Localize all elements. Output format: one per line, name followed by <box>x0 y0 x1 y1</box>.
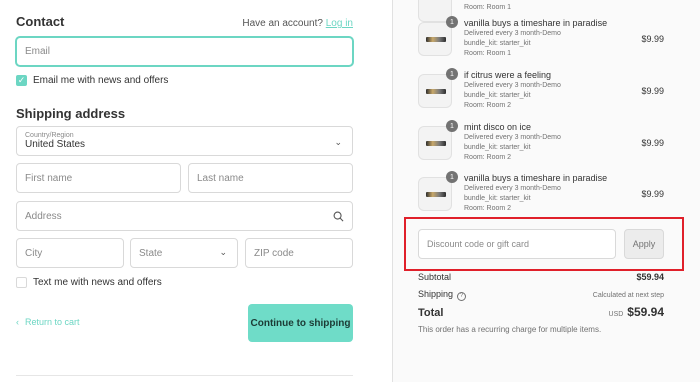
item-room-partial: Room: Room 1 <box>464 4 512 11</box>
contact-header: Contact Have an account? Log in <box>16 14 353 29</box>
quantity-badge: 1 <box>446 120 458 132</box>
product-thumbnail <box>418 177 452 211</box>
item-delivery: Delivered every 3 month-Demo <box>464 185 561 192</box>
total-value-wrap: USD $59.94 <box>609 305 664 319</box>
order-item: 1 mint disco on ice Delivered every 3 mo… <box>418 118 688 168</box>
order-item: 1 vanilla buys a timeshare in paradise D… <box>418 169 688 219</box>
shipping-row: Shipping? Calculated at next step <box>418 289 664 301</box>
country-value: United States <box>25 139 86 150</box>
chevron-left-icon: ‹ <box>16 317 19 327</box>
contact-heading: Contact <box>16 14 65 29</box>
item-name: vanilla buys a timeshare in paradise <box>464 18 608 28</box>
total-label: Total <box>418 307 444 319</box>
state-select[interactable]: State ⌄ <box>130 238 238 268</box>
product-thumbnail <box>418 74 452 108</box>
chevron-down-icon: ⌄ <box>334 137 342 147</box>
recurring-charge-note: This order has a recurring charge for mu… <box>418 325 602 334</box>
subtotal-row: Subtotal $59.94 <box>418 272 664 282</box>
have-account-text: Have an account? Log in <box>242 18 353 29</box>
shipping-label-wrap: Shipping? <box>418 289 467 301</box>
item-price: $9.99 <box>641 34 664 44</box>
item-room: Room: Room 2 <box>464 102 512 109</box>
currency-code: USD <box>608 311 624 318</box>
subtotal-label: Subtotal <box>418 272 452 282</box>
quantity-badge: 1 <box>446 171 458 183</box>
search-icon[interactable] <box>333 211 344 222</box>
item-bundle: bundle_kit: starter_kit <box>464 144 531 151</box>
divider <box>16 375 353 376</box>
email-opt-in-label: Email me with news and offers <box>33 75 169 86</box>
item-room: Room: Room 1 <box>464 50 512 57</box>
first-name-field[interactable]: First name <box>16 163 181 193</box>
item-delivery: Delivered every 3 month-Demo <box>464 134 561 141</box>
order-item: 1 vanilla buys a timeshare in paradise D… <box>418 14 688 64</box>
item-name: if citrus were a feeling <box>464 70 552 80</box>
discount-code-input[interactable]: Discount code or gift card <box>418 229 616 259</box>
item-bundle: bundle_kit: starter_kit <box>464 92 531 99</box>
item-delivery: Delivered every 3 month-Demo <box>464 30 561 37</box>
item-name: mint disco on ice <box>464 122 532 132</box>
zip-field[interactable]: ZIP code <box>245 238 353 268</box>
shipping-heading: Shipping address <box>16 106 126 121</box>
product-thumbnail <box>418 126 452 160</box>
login-link[interactable]: Log in <box>326 18 353 29</box>
item-bundle: bundle_kit: starter_kit <box>464 195 531 202</box>
return-to-cart-link[interactable]: ‹ Return to cart <box>16 317 80 327</box>
item-delivery: Delivered every 3 month-Demo <box>464 82 561 89</box>
country-select[interactable]: Country/Region United States ⌄ <box>16 126 353 156</box>
subtotal-value: $59.94 <box>636 272 664 282</box>
total-value: $59.94 <box>627 305 664 319</box>
item-name: vanilla buys a timeshare in paradise <box>464 173 608 183</box>
sms-opt-in-row[interactable]: Text me with news and offers <box>16 277 162 288</box>
quantity-badge: 1 <box>446 68 458 80</box>
order-item: 1 if citrus were a feeling Delivered eve… <box>418 66 688 116</box>
apply-discount-button[interactable]: Apply <box>624 229 664 259</box>
sms-opt-in-checkbox[interactable] <box>16 277 27 288</box>
item-room: Room: Room 2 <box>464 205 512 212</box>
last-name-field[interactable]: Last name <box>188 163 353 193</box>
product-thumbnail <box>418 22 452 56</box>
city-field[interactable]: City <box>16 238 124 268</box>
item-bundle: bundle_kit: starter_kit <box>464 40 531 47</box>
chevron-down-icon: ⌄ <box>219 247 227 257</box>
email-field[interactable]: Email <box>16 37 353 66</box>
item-price: $9.99 <box>641 86 664 96</box>
total-row: Total USD $59.94 <box>418 305 664 319</box>
quantity-badge: 1 <box>446 16 458 28</box>
sms-opt-in-label: Text me with news and offers <box>33 277 162 288</box>
email-opt-in-row[interactable]: ✓ Email me with news and offers <box>16 75 168 86</box>
shipping-value: Calculated at next step <box>592 292 664 299</box>
checkout-form-panel: Contact Have an account? Log in Email ✓ … <box>0 0 392 382</box>
continue-to-shipping-button[interactable]: Continue to shipping <box>248 304 353 342</box>
country-label: Country/Region <box>25 132 74 139</box>
item-price: $9.99 <box>641 138 664 148</box>
address-field[interactable]: Address <box>16 201 353 231</box>
info-icon[interactable]: ? <box>457 291 467 301</box>
item-price: $9.99 <box>641 189 664 199</box>
email-opt-in-checkbox[interactable]: ✓ <box>16 75 27 86</box>
item-room: Room: Room 2 <box>464 154 512 161</box>
